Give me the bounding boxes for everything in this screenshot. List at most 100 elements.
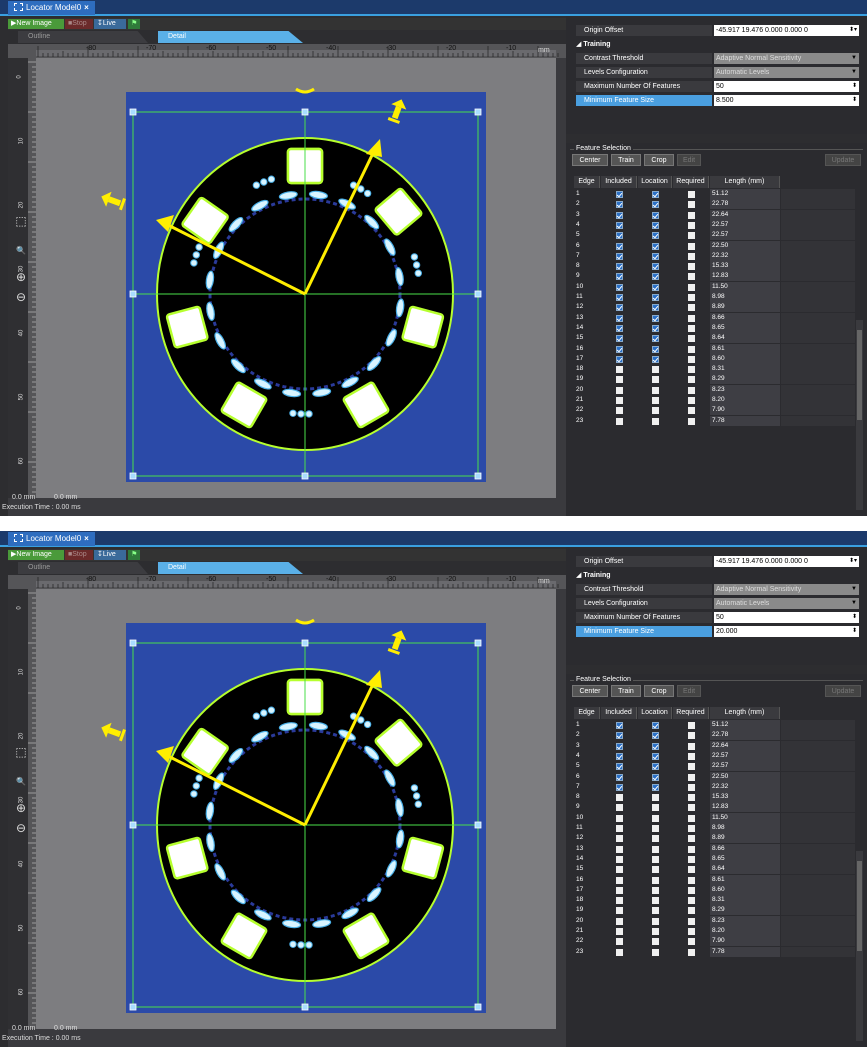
flag-button[interactable]: ⚑ — [128, 550, 140, 560]
required-checkbox[interactable] — [687, 928, 695, 935]
crop-button[interactable]: Crop — [644, 154, 674, 166]
required-checkbox[interactable] — [687, 355, 695, 363]
table-row[interactable]: 2 22.78 — [574, 199, 855, 210]
column-header[interactable]: Included — [601, 707, 637, 719]
included-checkbox[interactable] — [615, 355, 623, 363]
column-header[interactable]: Edge — [574, 707, 600, 719]
close-icon[interactable]: × — [84, 534, 89, 543]
viewer-canvas[interactable] — [8, 575, 566, 1047]
new-image-button[interactable]: ▶New Image — [8, 19, 64, 29]
required-checkbox[interactable] — [687, 345, 695, 353]
location-checkbox[interactable] — [651, 917, 659, 925]
table-row[interactable]: 8 15.33 — [574, 261, 855, 272]
required-checkbox[interactable] — [687, 263, 695, 271]
stop-button[interactable]: ■Stop — [65, 19, 93, 29]
origin-offset-field[interactable]: -45.917 19.476 0.000 0.000 0 ⬍▾ — [714, 25, 859, 36]
location-checkbox[interactable] — [651, 397, 659, 404]
included-checkbox[interactable] — [615, 794, 623, 802]
train-button[interactable]: Train — [611, 154, 641, 166]
document-tab[interactable]: Locator Model0 × — [8, 1, 95, 15]
location-checkbox[interactable] — [651, 928, 659, 935]
included-checkbox[interactable] — [615, 886, 623, 894]
table-row[interactable]: 17 8.60 — [574, 353, 855, 364]
table-row[interactable]: 5 22.57 — [574, 230, 855, 241]
image-viewer[interactable]: mm -80 -70 -60 -50 -40 -30 -20 -10 0 10 20 30 40 50 6… — [2, 44, 566, 516]
table-row[interactable]: 13 8.66 — [574, 312, 855, 323]
location-checkbox[interactable] — [651, 242, 659, 250]
table-row[interactable]: 17 8.60 — [574, 884, 855, 895]
location-checkbox[interactable] — [651, 232, 659, 240]
location-checkbox[interactable] — [651, 866, 659, 874]
included-checkbox[interactable] — [615, 345, 623, 353]
viewer-canvas[interactable] — [8, 44, 566, 516]
new-image-button[interactable]: ▶New Image — [8, 550, 64, 560]
location-checkbox[interactable] — [651, 386, 659, 394]
location-checkbox[interactable] — [651, 263, 659, 271]
column-header[interactable]: Length (mm) — [710, 707, 780, 719]
table-row[interactable]: 10 11.50 — [574, 812, 855, 823]
column-header[interactable]: Edge — [574, 176, 600, 188]
included-checkbox[interactable] — [615, 366, 623, 374]
location-checkbox[interactable] — [651, 221, 659, 229]
table-row[interactable]: 22 7.90 — [574, 405, 855, 416]
required-checkbox[interactable] — [687, 376, 695, 384]
required-checkbox[interactable] — [687, 814, 695, 822]
required-checkbox[interactable] — [687, 948, 695, 956]
location-checkbox[interactable] — [651, 252, 659, 260]
center-button[interactable]: Center — [572, 685, 608, 697]
table-row[interactable]: 4 22.57 — [574, 750, 855, 761]
contrast-threshold-select[interactable]: Adaptive Normal Sensitivity ▼ — [714, 53, 859, 64]
tab-detail[interactable]: Detail — [158, 562, 303, 574]
required-checkbox[interactable] — [687, 742, 695, 750]
stop-button[interactable]: ■Stop — [65, 550, 93, 560]
location-checkbox[interactable] — [651, 855, 659, 863]
table-row[interactable]: 21 8.20 — [574, 926, 855, 936]
location-checkbox[interactable] — [651, 835, 659, 843]
origin-offset-field[interactable]: -45.917 19.476 0.000 0.000 0 ⬍▾ — [714, 556, 859, 567]
required-checkbox[interactable] — [687, 886, 695, 894]
table-row[interactable]: 20 8.23 — [574, 384, 855, 395]
required-checkbox[interactable] — [687, 773, 695, 781]
column-header[interactable]: Required — [673, 176, 709, 188]
column-header[interactable]: Required — [673, 707, 709, 719]
included-checkbox[interactable] — [615, 948, 623, 956]
location-checkbox[interactable] — [651, 366, 659, 374]
required-checkbox[interactable] — [687, 722, 695, 729]
location-checkbox[interactable] — [651, 324, 659, 332]
required-checkbox[interactable] — [687, 897, 695, 905]
required-checkbox[interactable] — [687, 201, 695, 209]
location-checkbox[interactable] — [651, 897, 659, 905]
zoom-out-icon[interactable]: ⊖ — [14, 821, 28, 835]
column-header[interactable]: Included — [601, 176, 637, 188]
location-checkbox[interactable] — [651, 886, 659, 894]
tab-detail[interactable]: Detail — [158, 31, 303, 43]
required-checkbox[interactable] — [687, 314, 695, 322]
update-button[interactable]: Update — [825, 685, 861, 697]
spin-icon[interactable]: ⬍ — [852, 612, 857, 623]
scrollbar-thumb[interactable] — [857, 330, 862, 420]
included-checkbox[interactable] — [615, 211, 623, 219]
location-checkbox[interactable] — [651, 722, 659, 729]
required-checkbox[interactable] — [687, 335, 695, 343]
location-checkbox[interactable] — [651, 783, 659, 791]
included-checkbox[interactable] — [615, 191, 623, 198]
required-checkbox[interactable] — [687, 252, 695, 260]
required-checkbox[interactable] — [687, 732, 695, 740]
table-row[interactable]: 14 8.65 — [574, 853, 855, 864]
included-checkbox[interactable] — [615, 242, 623, 250]
zoom-100-icon[interactable]: 🔍 — [14, 244, 28, 258]
location-checkbox[interactable] — [651, 742, 659, 750]
location-checkbox[interactable] — [651, 732, 659, 740]
included-checkbox[interactable] — [615, 783, 623, 791]
required-checkbox[interactable] — [687, 294, 695, 301]
required-checkbox[interactable] — [687, 366, 695, 374]
live-button[interactable]: ↧Live — [94, 19, 126, 29]
table-row[interactable]: 23 7.78 — [574, 946, 855, 957]
location-checkbox[interactable] — [651, 345, 659, 353]
crop-button[interactable]: Crop — [644, 685, 674, 697]
location-checkbox[interactable] — [651, 211, 659, 219]
included-checkbox[interactable] — [615, 252, 623, 260]
max-features-field[interactable]: 50 ⬍ — [714, 612, 859, 623]
required-checkbox[interactable] — [687, 232, 695, 240]
tab-outline[interactable]: Outline — [18, 31, 148, 43]
